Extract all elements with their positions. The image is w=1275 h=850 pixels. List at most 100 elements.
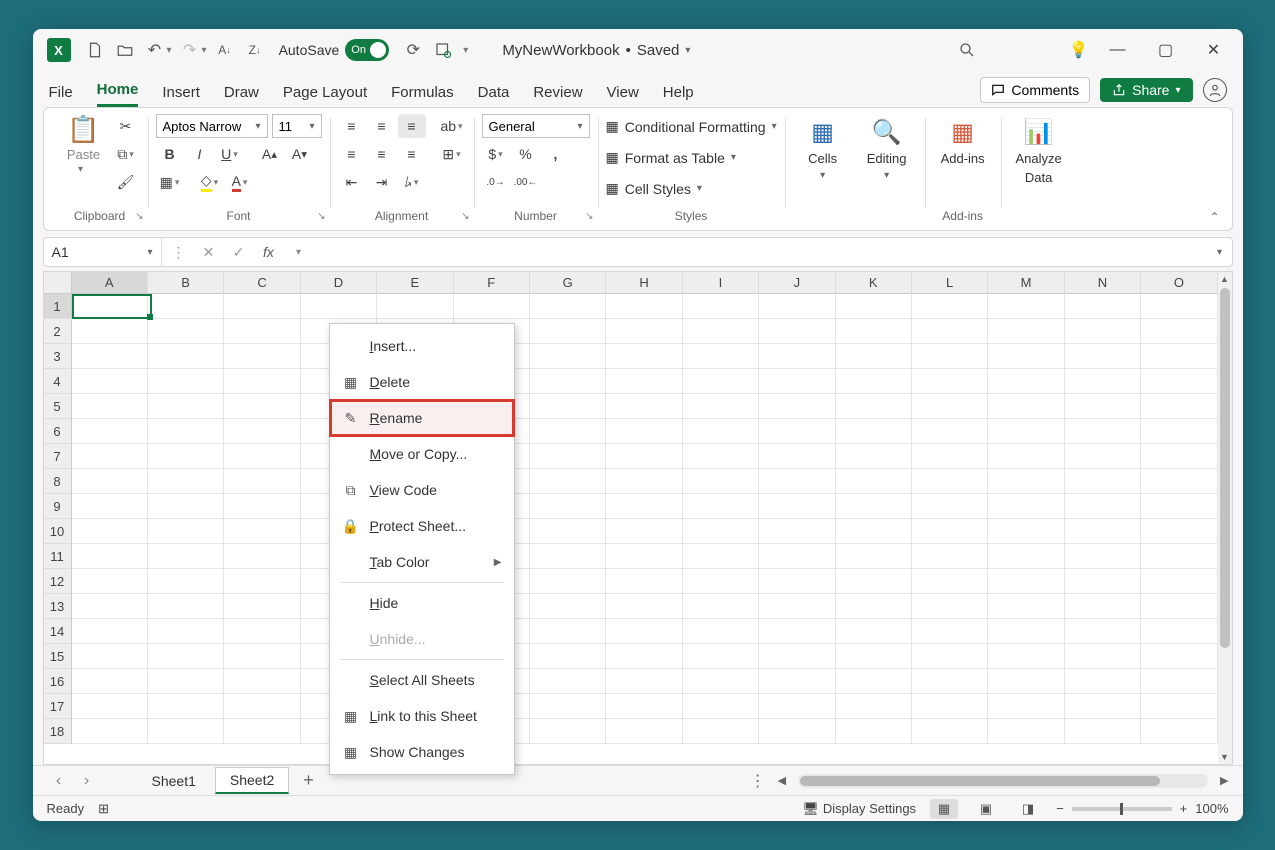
vscroll-thumb[interactable] (1220, 288, 1230, 648)
decrease-decimal-icon[interactable]: .00← (512, 170, 540, 194)
cell-M6[interactable] (988, 419, 1064, 444)
cell-A3[interactable] (72, 344, 148, 369)
insert-function-icon[interactable]: fx (256, 238, 282, 266)
cell-O17[interactable] (1141, 694, 1217, 719)
cell-G8[interactable] (530, 469, 606, 494)
cell-G12[interactable] (530, 569, 606, 594)
tab-draw[interactable]: Draw (224, 84, 259, 107)
cell-M11[interactable] (988, 544, 1064, 569)
cell-L7[interactable] (912, 444, 988, 469)
ctx-protect-sheet[interactable]: 🔒Protect Sheet... (330, 508, 514, 544)
row-header-1[interactable]: 1 (44, 294, 72, 319)
tab-page-layout[interactable]: Page Layout (283, 84, 367, 107)
comments-button[interactable]: Comments (980, 77, 1090, 103)
cell-L5[interactable] (912, 394, 988, 419)
row-header-12[interactable]: 12 (44, 569, 72, 594)
ctx-link-to-sheet[interactable]: ▦Link to this Sheet (330, 698, 514, 734)
cell-K3[interactable] (836, 344, 912, 369)
cell-O13[interactable] (1141, 594, 1217, 619)
cell-L2[interactable] (912, 319, 988, 344)
cell-K4[interactable] (836, 369, 912, 394)
cell-J9[interactable] (759, 494, 835, 519)
cell-N15[interactable] (1065, 644, 1141, 669)
scroll-down-icon[interactable]: ▼ (1218, 750, 1232, 764)
lightbulb-icon[interactable]: 💡 (1065, 36, 1093, 64)
cell-N10[interactable] (1065, 519, 1141, 544)
hscroll-right-icon[interactable]: ▶ (1220, 774, 1228, 787)
tab-view[interactable]: View (607, 84, 639, 107)
percent-icon[interactable]: % (512, 142, 540, 166)
user-account-icon[interactable] (1203, 78, 1227, 102)
cell-B4[interactable] (148, 369, 224, 394)
select-all-corner[interactable] (44, 272, 72, 294)
cell-K12[interactable] (836, 569, 912, 594)
align-bottom-icon[interactable]: ≡ (398, 114, 426, 138)
cell-N4[interactable] (1065, 369, 1141, 394)
page-break-view-icon[interactable]: ◨ (1014, 799, 1042, 819)
cell-M9[interactable] (988, 494, 1064, 519)
row-header-9[interactable]: 9 (44, 494, 72, 519)
cell-K16[interactable] (836, 669, 912, 694)
col-header-H[interactable]: H (606, 272, 682, 294)
cell-I14[interactable] (683, 619, 759, 644)
row-header-2[interactable]: 2 (44, 319, 72, 344)
cell-A11[interactable] (72, 544, 148, 569)
sync-icon[interactable] (429, 36, 457, 64)
add-sheet-icon[interactable]: + (293, 770, 324, 791)
undo-icon[interactable]: ↶ (141, 36, 169, 64)
cell-J6[interactable] (759, 419, 835, 444)
cell-M17[interactable] (988, 694, 1064, 719)
cell-C9[interactable] (224, 494, 300, 519)
cell-N11[interactable] (1065, 544, 1141, 569)
cell-C6[interactable] (224, 419, 300, 444)
ctx-tab-color[interactable]: Tab Color▶ (330, 544, 514, 580)
cell-N3[interactable] (1065, 344, 1141, 369)
sort-asc-icon[interactable]: A↓ (211, 36, 239, 64)
cell-N9[interactable] (1065, 494, 1141, 519)
cell-K9[interactable] (836, 494, 912, 519)
increase-font-icon[interactable]: A▴ (256, 142, 284, 166)
cells-area[interactable] (72, 294, 1218, 764)
cell-J15[interactable] (759, 644, 835, 669)
cell-N17[interactable] (1065, 694, 1141, 719)
cell-C7[interactable] (224, 444, 300, 469)
cell-G3[interactable] (530, 344, 606, 369)
cell-O16[interactable] (1141, 669, 1217, 694)
collapse-ribbon-icon[interactable]: ⌃ (1209, 210, 1219, 224)
accessibility-icon[interactable]: ⊞ (98, 801, 109, 817)
cell-H16[interactable] (606, 669, 682, 694)
zoom-level[interactable]: 100% (1195, 801, 1228, 816)
ctx-rename[interactable]: ✎Rename (330, 400, 514, 436)
cell-O5[interactable] (1141, 394, 1217, 419)
page-layout-view-icon[interactable]: ▣ (972, 799, 1000, 819)
cell-H11[interactable] (606, 544, 682, 569)
cell-A12[interactable] (72, 569, 148, 594)
row-header-8[interactable]: 8 (44, 469, 72, 494)
editing-button[interactable]: 🔍Editing▾ (857, 114, 917, 181)
zoom-in-icon[interactable]: + (1180, 801, 1188, 816)
cell-I9[interactable] (683, 494, 759, 519)
decrease-indent-icon[interactable]: ⇤ (338, 170, 366, 194)
cell-C3[interactable] (224, 344, 300, 369)
zoom-slider[interactable] (1072, 807, 1172, 811)
wrap-text-icon[interactable]: ab (438, 114, 466, 138)
cells-button[interactable]: ▦Cells▾ (793, 114, 853, 181)
cell-K6[interactable] (836, 419, 912, 444)
tab-file[interactable]: File (49, 84, 73, 107)
cell-I18[interactable] (683, 719, 759, 744)
cell-H9[interactable] (606, 494, 682, 519)
cancel-formula-icon[interactable]: ✕ (196, 238, 222, 266)
cell-B2[interactable] (148, 319, 224, 344)
new-file-icon[interactable] (81, 36, 109, 64)
cell-B16[interactable] (148, 669, 224, 694)
row-header-5[interactable]: 5 (44, 394, 72, 419)
col-header-D[interactable]: D (301, 272, 377, 294)
row-header-18[interactable]: 18 (44, 719, 72, 744)
cell-K13[interactable] (836, 594, 912, 619)
cell-M15[interactable] (988, 644, 1064, 669)
cell-I12[interactable] (683, 569, 759, 594)
cell-N8[interactable] (1065, 469, 1141, 494)
cell-A13[interactable] (72, 594, 148, 619)
orientation-icon[interactable]: ⭞ (398, 170, 426, 194)
cell-B14[interactable] (148, 619, 224, 644)
